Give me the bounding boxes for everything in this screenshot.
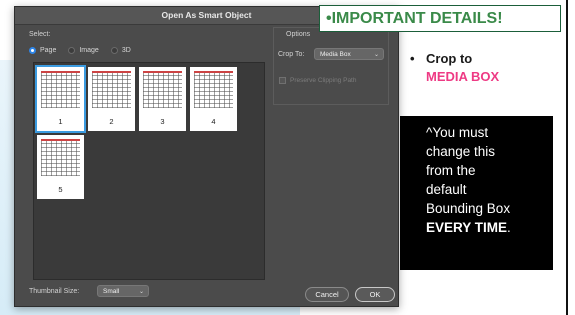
ok-button[interactable]: OK (355, 287, 395, 302)
page-number: 5 (58, 185, 63, 194)
crop-to-value: Media Box (320, 51, 351, 58)
page-number: 1 (58, 117, 63, 126)
warning-line: default (426, 182, 467, 197)
warning-line-emphasis: EVERY TIME. (426, 218, 545, 237)
warning-line: ^You must (426, 125, 489, 140)
chevron-down-icon: ⌄ (138, 289, 144, 295)
page-number: 4 (211, 117, 216, 126)
radio-image[interactable]: Image (68, 47, 99, 54)
slide-edge-rule (566, 0, 568, 315)
page-thumbnail-5[interactable]: 5 (37, 135, 84, 199)
page-thumbnail-2[interactable]: 2 (88, 67, 135, 131)
thumbnail-size-value: Small (103, 288, 120, 295)
preserve-clipping-label: Preserve Clipping Path (290, 77, 357, 84)
warning-line: Bounding Box (426, 201, 511, 216)
page-preview-image (143, 71, 182, 108)
every-time-emphasis: EVERY TIME (426, 220, 508, 235)
preserve-clipping-row[interactable]: Preserve Clipping Path (279, 77, 356, 84)
radio-3d-label: 3D (121, 47, 131, 54)
page-preview-image (41, 71, 80, 108)
select-label: Select: (29, 31, 51, 38)
page-thumbnail-1[interactable]: 1 (35, 65, 86, 133)
page-preview-image (194, 71, 233, 108)
warning-line: from the (426, 163, 476, 178)
warning-period: . (507, 220, 511, 235)
important-details-banner: •IMPORTANT DETAILS! (319, 5, 561, 32)
crop-note-media-box: MEDIA BOX (426, 69, 500, 84)
radio-3d-dot[interactable] (110, 47, 118, 54)
preserve-clipping-checkbox[interactable] (279, 77, 286, 84)
options-panel (273, 27, 389, 105)
radio-3d[interactable]: 3D (110, 47, 131, 54)
crop-to-label: Crop To: (278, 51, 305, 58)
radio-image-label: Image (79, 47, 99, 54)
radio-page[interactable]: Page (29, 47, 56, 54)
page-number: 2 (109, 117, 114, 126)
warning-box: ^You must change this from the default B… (400, 116, 553, 270)
options-title: Options (286, 31, 311, 38)
page-preview-image (92, 71, 131, 108)
thumbnail-size-select[interactable]: Small ⌄ (97, 285, 149, 297)
page-preview-image (41, 139, 80, 176)
select-radio-group: Page Image 3D (29, 47, 131, 54)
open-as-smart-object-dialog: Open As Smart Object Select: Page Image … (14, 6, 399, 307)
radio-image-dot[interactable] (68, 47, 76, 54)
crop-to-select[interactable]: Media Box ⌄ (314, 48, 384, 60)
radio-page-label: Page (40, 47, 57, 54)
radio-page-dot[interactable] (29, 47, 36, 54)
thumbnail-grid: 1 2 3 4 5 (33, 62, 265, 280)
warning-line: change this (426, 144, 496, 159)
bullet-icon: • (410, 51, 415, 66)
chevron-down-icon: ⌄ (373, 52, 379, 58)
page-thumbnail-3[interactable]: 3 (139, 67, 186, 131)
page-number: 3 (160, 117, 165, 126)
thumbnail-size-label: Thumbnail Size: (29, 288, 80, 295)
cancel-button[interactable]: Cancel (305, 287, 349, 302)
crop-note-line1: Crop to (426, 51, 473, 66)
page-thumbnail-4[interactable]: 4 (190, 67, 237, 131)
